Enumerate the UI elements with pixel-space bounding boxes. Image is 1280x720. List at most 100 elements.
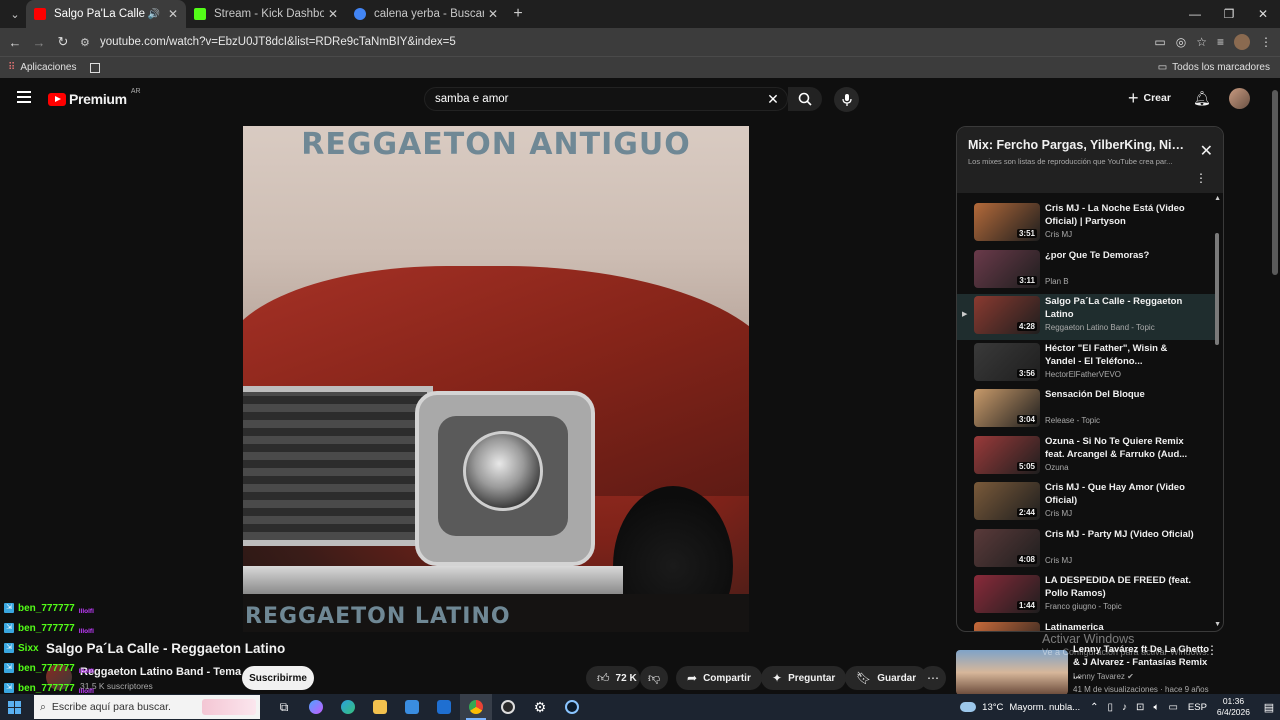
video-player[interactable]: REGGAETON ANTIGUO REGGAETON LATINO — [243, 126, 749, 632]
audio-playing-icon[interactable]: 🔊 — [147, 9, 159, 20]
playlist-thumbnail[interactable]: 2:44 — [974, 482, 1040, 520]
bookmark-star-icon[interactable]: ☆ — [1196, 35, 1207, 49]
notification-center-icon[interactable]: ▤ — [1258, 701, 1280, 714]
playlist-title[interactable]: Mix: Fercho Pargas, YilberKing, Nico... — [968, 138, 1190, 152]
recommended-channel[interactable]: Lenny Tavarez ✔ — [1073, 672, 1134, 681]
language-indicator[interactable]: ESP — [1188, 702, 1207, 713]
settings-icon[interactable]: ⚙ — [524, 694, 556, 720]
minimize-icon[interactable]: — — [1178, 0, 1212, 28]
tab-google[interactable]: calena yerba - Buscar con Goog ✕ — [346, 0, 506, 28]
apps-bookmark[interactable]: ⠿ Aplicaciones — [8, 62, 76, 73]
menu-icon[interactable] — [17, 91, 31, 103]
tab-youtube[interactable]: Salgo Pa'La Calle - Reggae 🔊 ✕ — [26, 0, 186, 28]
playlist-item[interactable]: 5:05 Ozuna - Si No Te Quiere Remix feat. … — [957, 434, 1215, 480]
app-icon[interactable] — [556, 694, 588, 720]
user-badge-icon: ⇲ — [4, 643, 14, 653]
search-icon: ⌕ — [40, 700, 46, 713]
page-scrollbar[interactable] — [1272, 90, 1278, 275]
youtube-logo[interactable]: Premium AR — [48, 88, 141, 107]
playlist-thumbnail[interactable]: 4:28 — [974, 296, 1040, 334]
scroll-up-icon[interactable]: ▲ — [1214, 195, 1221, 202]
search-button[interactable] — [788, 87, 822, 111]
like-button[interactable]: 👍︎ 72 K — [586, 666, 640, 690]
weather-widget[interactable]: 13°C Mayorm. nubla... — [960, 702, 1080, 713]
battery-icon[interactable]: ▭ — [1168, 702, 1177, 713]
playlist-item[interactable]: ▶ 4:28 Salgo Pa´La Calle - Reggaeton Latin… — [957, 294, 1215, 340]
eye-off-icon[interactable]: ◎ — [1176, 35, 1186, 49]
share-button[interactable]: ➦ Compartir — [676, 666, 762, 690]
store-icon[interactable] — [396, 694, 428, 720]
url-field[interactable]: ⚙ youtube.com/watch?v=EbzU0JT8dcI&list=R… — [80, 31, 1200, 53]
dislike-button[interactable]: 👎︎ — [640, 666, 668, 690]
playlist-thumbnail[interactable]: 3:11 — [974, 249, 1040, 288]
save-button[interactable]: 🔖︎ Guardar — [845, 666, 928, 690]
site-info-icon[interactable]: ⚙ — [80, 36, 100, 49]
cast-icon[interactable]: ▭ — [1154, 35, 1165, 49]
playlist-thumbnail[interactable]: 5:05 — [974, 435, 1040, 474]
copilot-icon[interactable] — [300, 694, 332, 720]
close-window-icon[interactable]: ✕ — [1246, 0, 1280, 28]
voice-search-button[interactable] — [834, 87, 859, 112]
playlist-thumbnail[interactable]: 3:51 — [974, 203, 1040, 241]
ask-button[interactable]: ✦ Preguntar — [761, 666, 847, 690]
close-tab-icon[interactable]: ✕ — [328, 7, 338, 21]
file-explorer-icon[interactable] — [364, 694, 396, 720]
microphone-icon[interactable]: ♪ — [1122, 702, 1127, 713]
search-icon — [798, 92, 812, 106]
close-tab-icon[interactable]: ✕ — [488, 7, 498, 21]
playlist-thumbnail[interactable] — [974, 621, 1040, 631]
playlist-item-channel: Cris MJ — [1045, 230, 1073, 239]
playlist-item[interactable]: 1:44 LA DESPEDIDA DE FREED (feat. Pollo R… — [957, 573, 1215, 619]
new-tab-icon[interactable]: + — [506, 5, 530, 23]
tab-groups-icon[interactable] — [90, 62, 101, 73]
mail-icon[interactable] — [428, 694, 460, 720]
create-button[interactable]: + Crear — [1128, 89, 1171, 107]
playlist-item[interactable]: 3:56 Héctor "El Father", Wisin & Yandel -… — [957, 341, 1215, 387]
search-input[interactable]: samba e amor ✕ — [424, 87, 788, 111]
playlist-thumbnail[interactable]: 1:44 — [974, 575, 1040, 613]
user-avatar[interactable] — [1229, 88, 1250, 109]
obs-icon[interactable] — [492, 694, 524, 720]
scroll-down-icon[interactable]: ▼ — [1214, 621, 1221, 628]
channel-name[interactable]: Reggaeton Latino Band - Tema — [80, 666, 241, 678]
playlist-scrollbar[interactable] — [1215, 233, 1219, 345]
reload-icon[interactable]: ↻ — [51, 34, 75, 50]
all-bookmarks[interactable]: ▭ Todos los marcadores — [1158, 62, 1270, 73]
task-view-icon[interactable]: ⧉ — [268, 694, 300, 720]
taskbar-search[interactable]: ⌕ Escribe aquí para buscar. — [34, 695, 260, 719]
playlist-thumbnail[interactable]: 3:04 — [974, 389, 1040, 427]
playlist-item-channel: Cris MJ — [1045, 509, 1073, 518]
network-icon[interactable]: ⊡ — [1136, 702, 1144, 713]
clock[interactable]: 01:36 6/4/2026 — [1217, 696, 1250, 718]
start-button[interactable] — [0, 694, 28, 720]
playlist-thumbnail[interactable]: 3:56 — [974, 342, 1040, 381]
chrome-icon[interactable] — [460, 694, 492, 720]
profile-avatar[interactable] — [1234, 34, 1250, 50]
tab-kick[interactable]: Stream - Kick Dashboard ✕ — [186, 0, 346, 28]
media-control-icon[interactable]: ≡ — [1217, 35, 1224, 49]
playlist-item[interactable]: 3:51 Cris MJ - La Noche Está (Video Ofici… — [957, 201, 1215, 247]
playlist-item[interactable]: Latinamerica — [957, 620, 1215, 632]
chevron-up-icon[interactable]: ⌃ — [1090, 702, 1098, 713]
close-playlist-icon[interactable]: ✕ — [1200, 141, 1213, 161]
usb-icon[interactable]: ▯ — [1108, 702, 1114, 713]
playlist-item-title: Latinamerica — [1045, 621, 1104, 632]
playlist-item[interactable]: 3:11 ¿por Que Te Demoras? Plan B — [957, 248, 1215, 294]
forward-icon[interactable]: → — [27, 35, 51, 50]
browser-menu-icon[interactable]: ⋮ — [1260, 35, 1272, 49]
volume-icon[interactable]: 🔈︎ — [1153, 702, 1159, 713]
restore-icon[interactable]: ❐ — [1212, 0, 1246, 28]
playlist-item[interactable]: 4:08 Cris MJ - Party MJ (Video Oficial) Cr… — [957, 527, 1215, 573]
more-actions-button[interactable]: ⋯ — [920, 666, 946, 690]
tab-search-button[interactable]: ⌄ — [4, 3, 26, 25]
more-options-icon[interactable]: ⋮ — [1195, 172, 1207, 184]
playlist-item[interactable]: 3:04 Sensación Del Bloque Release - Topic — [957, 387, 1215, 433]
close-tab-icon[interactable]: ✕ — [168, 7, 178, 21]
clear-search-icon[interactable]: ✕ — [759, 91, 787, 108]
playlist-item[interactable]: 2:44 Cris MJ - Que Hay Amor (Video Oficia… — [957, 480, 1215, 526]
edge-icon[interactable] — [332, 694, 364, 720]
back-icon[interactable]: ← — [3, 35, 27, 50]
notifications-icon[interactable]: 🔔︎ — [1193, 90, 1211, 107]
subscribe-button[interactable]: Suscribirme — [242, 666, 314, 690]
playlist-thumbnail[interactable]: 4:08 — [974, 528, 1040, 567]
